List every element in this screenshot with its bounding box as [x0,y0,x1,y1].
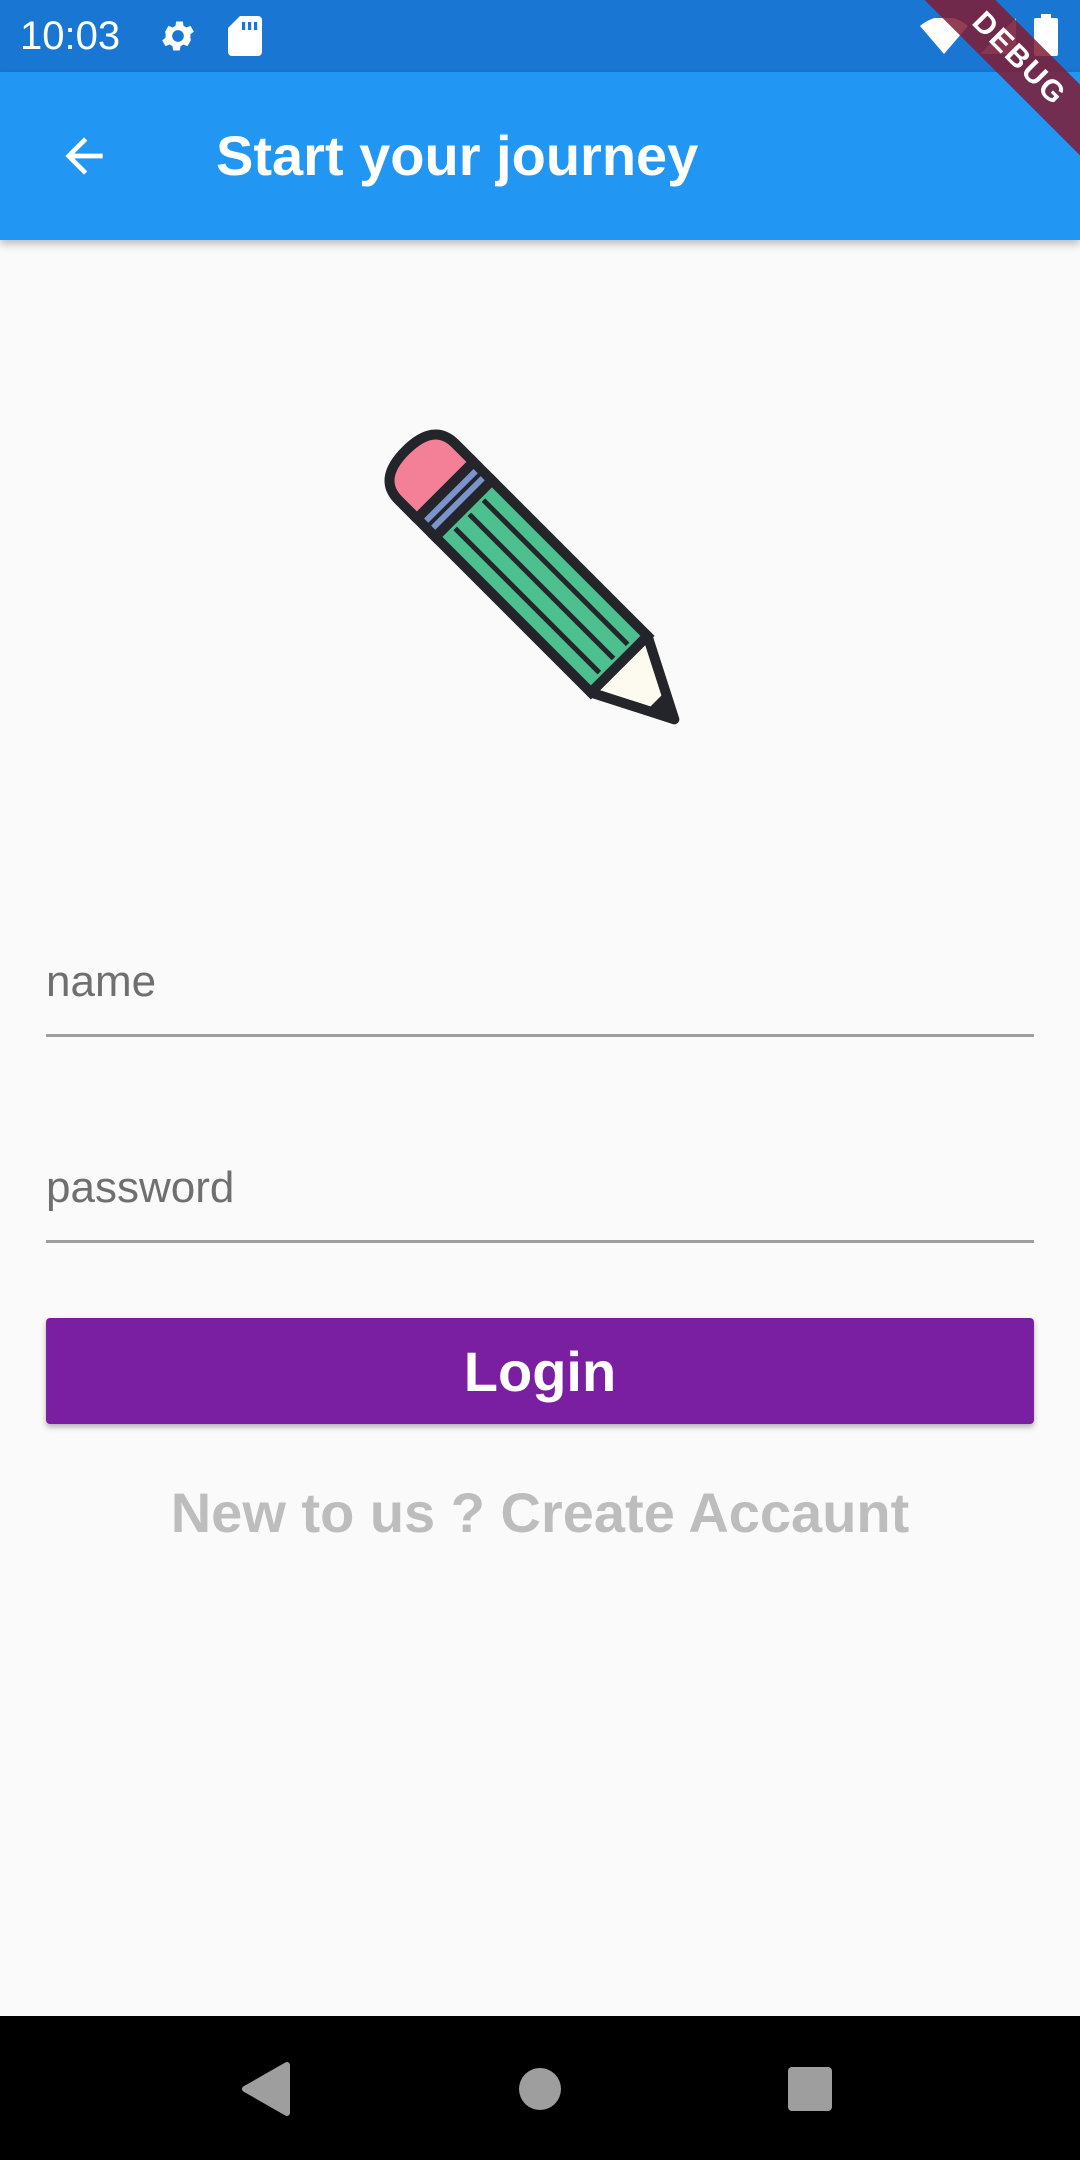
nav-home-button[interactable] [505,2054,575,2124]
login-screen: 10:03 DEBUG Start your journey name Logi… [0,0,1080,2160]
create-account-link[interactable]: New to us ? Create Accaunt [0,1480,1080,1545]
name-input[interactable] [46,930,1034,1037]
nav-recents-button[interactable] [775,2054,845,2124]
pencil-icon [350,395,730,775]
login-button[interactable]: Login [46,1318,1034,1424]
sd-card-icon [228,16,262,61]
home-circle-icon [519,2068,561,2110]
back-triangle-icon [242,2062,290,2116]
status-bar: 10:03 [0,0,1080,72]
page-title: Start your journey [216,124,699,187]
recents-square-icon [788,2067,832,2111]
password-field[interactable] [46,1136,1034,1266]
back-button[interactable] [38,110,130,202]
navigation-bar [0,2016,1080,2160]
status-time: 10:03 [20,14,121,58]
app-bar: Start your journey [0,72,1080,240]
settings-icon [158,16,198,61]
nav-back-button[interactable] [230,2054,300,2124]
name-field[interactable] [46,930,1034,1060]
password-input[interactable] [46,1136,1034,1243]
arrow-back-icon [65,137,103,175]
